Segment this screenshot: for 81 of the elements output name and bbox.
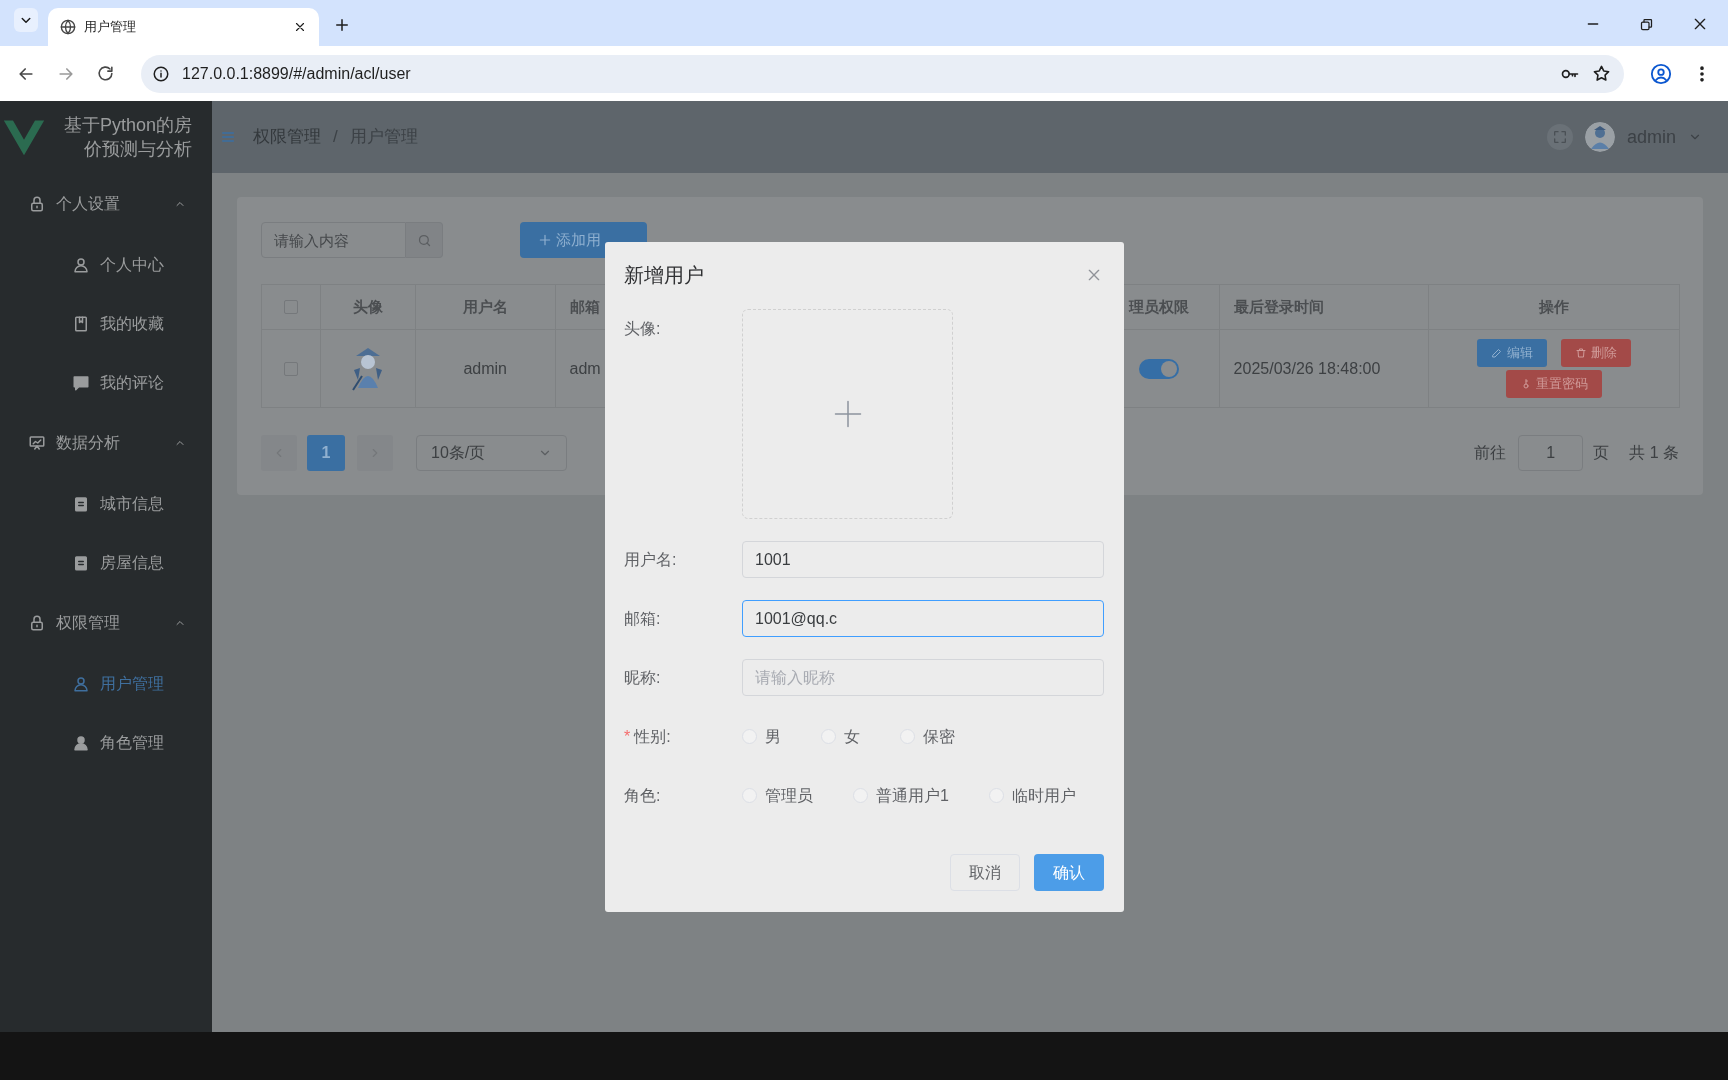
radio-option[interactable]: 临时用户	[988, 783, 1076, 808]
plus-icon	[832, 399, 863, 429]
app-title: 价预测与分析	[84, 138, 193, 161]
tab-list-icon[interactable]	[14, 8, 38, 32]
book-icon	[72, 314, 90, 333]
column-header: 理员权限	[1129, 296, 1190, 317]
column-header: 邮箱	[569, 296, 600, 317]
edit-icon	[1491, 347, 1504, 359]
radio-option[interactable]: 保密	[900, 724, 955, 749]
field-label: 角色:	[624, 785, 661, 806]
address-bar[interactable]: 127.0.0.1:8899/#/admin/acl/user	[141, 54, 1624, 93]
search-icon[interactable]	[416, 232, 432, 248]
profile-icon[interactable]	[1650, 62, 1672, 85]
table-cell-text: 2025/03/26 18:48:00	[1233, 358, 1381, 379]
restore-icon[interactable]	[1639, 16, 1654, 32]
menu-group[interactable]: 权限管理	[0, 592, 212, 654]
person-icon	[72, 733, 90, 752]
required-mark: *	[624, 726, 631, 747]
close-icon[interactable]	[1692, 16, 1708, 32]
admin-switch[interactable]	[1139, 358, 1180, 379]
menu-item[interactable]: 个人中心	[0, 235, 212, 294]
menu-item[interactable]: 角色管理	[0, 713, 212, 772]
confirm-button[interactable]: 确认	[1034, 854, 1104, 891]
user-icon	[72, 255, 90, 274]
radio-option[interactable]: 女	[821, 724, 860, 749]
close-icon[interactable]	[293, 20, 307, 34]
new-tab-icon[interactable]	[333, 16, 351, 34]
menu-item[interactable]: 城市信息	[0, 474, 212, 533]
radio-option[interactable]: 管理员	[742, 783, 813, 808]
chart-board-icon	[28, 434, 46, 452]
page-size-select[interactable]: 10条/页	[416, 435, 567, 471]
table-cell-text: adm	[569, 358, 601, 379]
radio-option[interactable]: 普通用户1	[853, 783, 949, 808]
field-label: 邮箱:	[624, 608, 661, 629]
table-cell-text: admin	[463, 358, 507, 379]
tab-title: 用户管理	[84, 18, 137, 37]
field-label: 性别:	[634, 726, 671, 747]
column-header: 最后登录时间	[1233, 296, 1324, 317]
total-count: 共 1 条	[1629, 443, 1679, 463]
cancel-button[interactable]: 取消	[950, 854, 1020, 891]
lock-icon	[28, 614, 46, 632]
hamburger-icon[interactable]	[220, 129, 236, 145]
field-label: 用户名:	[624, 549, 677, 570]
field-label: 昵称:	[624, 667, 661, 688]
page-unit: 页	[1593, 443, 1610, 463]
info-icon[interactable]	[152, 64, 170, 83]
goto-label: 前往	[1474, 443, 1507, 463]
menu-group[interactable]: 个人设置	[0, 173, 212, 235]
search-field[interactable]: 请输入内容	[261, 222, 406, 258]
fullscreen-icon[interactable]	[1546, 124, 1573, 150]
trash-icon	[1575, 347, 1588, 359]
column-header: 用户名	[462, 296, 508, 317]
browser-tab[interactable]: 用户管理	[48, 8, 319, 46]
user-icon	[72, 674, 90, 693]
field-label: 头像:	[624, 319, 661, 339]
column-header: 操作	[1539, 296, 1570, 317]
menu-item[interactable]: 我的评论	[0, 353, 212, 412]
plus-icon	[538, 233, 552, 247]
column-header: 头像	[352, 296, 383, 317]
radio-option[interactable]: 男	[742, 724, 781, 749]
clipboard-icon	[72, 494, 90, 513]
input-field[interactable]: 请输入昵称	[742, 659, 1104, 696]
input-field[interactable]: 1001	[742, 541, 1104, 578]
avatar-upload[interactable]	[742, 309, 953, 519]
dialog-title: 新增用户	[624, 263, 704, 288]
chat-icon	[72, 373, 90, 392]
menu-item[interactable]: 我的收藏	[0, 294, 212, 353]
menu-item[interactable]: 用户管理	[0, 654, 212, 713]
goto-page-field[interactable]: 1	[1518, 435, 1584, 471]
clipboard-icon	[72, 553, 90, 572]
menu-item[interactable]: 房屋信息	[0, 533, 212, 592]
app-title: 基于Python的房	[64, 114, 193, 137]
breadcrumb-separator: /	[333, 126, 338, 149]
input-field[interactable]: 1001@qq.c	[742, 600, 1104, 637]
search-button[interactable]	[406, 222, 443, 258]
star-icon[interactable]	[1592, 64, 1611, 83]
reload-icon[interactable]	[96, 64, 115, 83]
lock-icon	[28, 195, 46, 213]
globe-icon	[60, 19, 76, 35]
menu-group[interactable]: 数据分析	[0, 412, 212, 474]
url-text: 127.0.0.1:8899/#/admin/acl/user	[182, 63, 412, 84]
